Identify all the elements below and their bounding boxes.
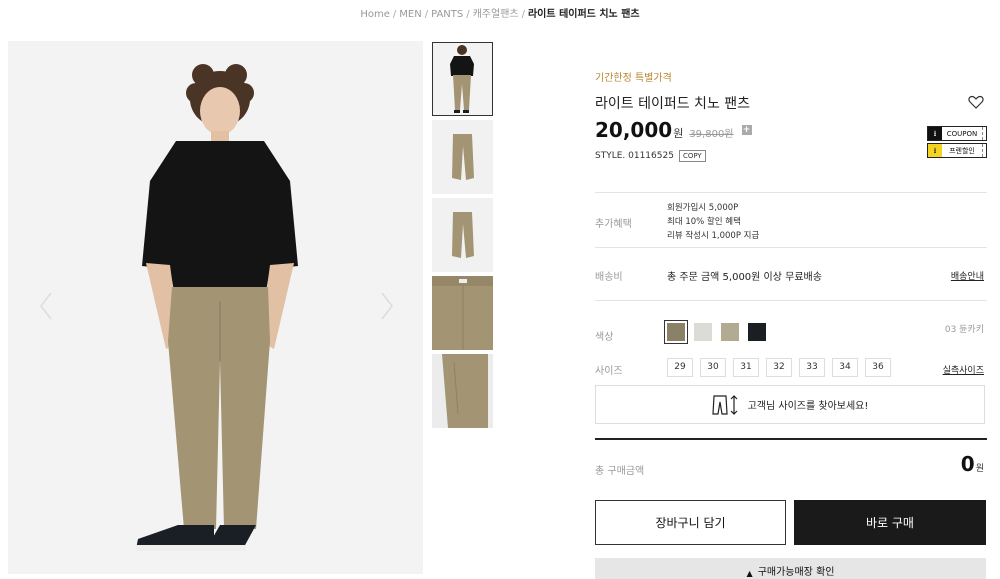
total-label: 총 구매금액	[595, 466, 645, 477]
thumbnail-pants-back[interactable]	[432, 198, 493, 272]
friend-discount-button[interactable]: ⭳ 프렌할인	[927, 143, 987, 158]
size-option[interactable]: 33	[799, 358, 825, 377]
selected-color-name: 03 듄카키	[944, 325, 984, 335]
product-title: 라이트 테이퍼드 치노 팬츠	[595, 96, 751, 112]
size-option[interactable]: 31	[733, 358, 759, 377]
shipping-text: 총 주문 금액 5,000원 이상 무료배송	[667, 272, 822, 283]
color-swatch-beige[interactable]	[721, 323, 739, 341]
breadcrumb-casual-pants[interactable]: 캐주얼팬츠	[473, 9, 519, 20]
color-swatches	[664, 320, 775, 344]
coupon-button[interactable]: ⭳ COUPON	[927, 126, 987, 141]
breadcrumb-men[interactable]: MEN	[399, 9, 421, 20]
benefit-item: 회원가입시 5,000P	[667, 203, 739, 213]
total-amount: 0 원	[961, 452, 984, 476]
divider	[595, 192, 987, 193]
divider	[595, 438, 987, 440]
original-price: 39,800원	[689, 129, 734, 140]
sale-price: 20,000	[595, 118, 673, 142]
size-finder-button[interactable]: 고객님 사이즈를 찾아보세요!	[595, 385, 985, 424]
benefit-item: 리뷰 작성시 1,000P 지급	[667, 231, 760, 241]
shipping-label: 배송비	[595, 272, 623, 283]
thumbnail-detail-pocket[interactable]	[432, 354, 493, 428]
copy-button[interactable]: COPY	[678, 150, 706, 162]
divider	[595, 247, 987, 248]
breadcrumb-separator: /	[392, 9, 397, 20]
size-finder-label: 고객님 사이즈를 찾아보세요!	[747, 401, 869, 412]
store-availability-button[interactable]: ▲ 구매가능매장 확인	[595, 558, 986, 579]
breadcrumb-pants[interactable]: PANTS	[431, 9, 463, 20]
main-product-image[interactable]	[8, 41, 423, 574]
promo-label: 기간한정 특별가격	[595, 73, 672, 84]
prev-image-icon[interactable]	[38, 291, 54, 321]
size-option[interactable]: 34	[832, 358, 858, 377]
breadcrumb-separator: /	[466, 9, 470, 20]
buy-now-button[interactable]: 바로 구매	[794, 500, 986, 545]
thumbnail-model[interactable]	[432, 42, 493, 116]
style-number: STYLE. 01116525	[595, 151, 674, 161]
color-swatch-light-gray[interactable]	[694, 323, 712, 341]
product-info: 기간한정 특별가격 라이트 테이퍼드 치노 팬츠 20,000 원 39,800…	[595, 0, 987, 579]
store-availability-label: 구매가능매장 확인	[757, 567, 835, 578]
benefits-list: 회원가입시 5,000P 최대 10% 할인 혜택 리뷰 작성시 1,000P …	[667, 201, 759, 243]
size-chart-link[interactable]: 실측사이즈	[943, 363, 984, 376]
style-row: STYLE. 01116525 COPY	[595, 150, 706, 162]
color-swatch-dune-khaki[interactable]	[664, 320, 688, 344]
thumbnail-detail-waist[interactable]	[432, 276, 493, 350]
price-unit: 원	[673, 127, 684, 140]
total-value: 0	[960, 452, 975, 476]
size-label: 사이즈	[595, 366, 623, 377]
color-swatch-black[interactable]	[748, 323, 766, 341]
size-option[interactable]: 32	[766, 358, 792, 377]
thumbnail-list	[432, 42, 493, 432]
coupon-list: ⭳ COUPON ⭳ 프렌할인	[927, 126, 987, 160]
heart-icon[interactable]	[968, 94, 984, 110]
model-illustration	[8, 41, 423, 574]
shipping-info-link[interactable]: 배송안내	[951, 269, 984, 282]
size-option[interactable]: 30	[700, 358, 726, 377]
breadcrumb-separator: /	[424, 9, 429, 20]
color-label: 색상	[595, 332, 614, 343]
add-to-cart-button[interactable]: 장바구니 담기	[595, 500, 786, 545]
size-option[interactable]: 36	[865, 358, 891, 377]
location-pin-icon: ▲	[746, 569, 753, 578]
friend-discount-label: 프렌할인	[949, 146, 975, 155]
size-options: 29 30 31 32 33 34 36	[667, 358, 898, 377]
breadcrumb-home[interactable]: Home	[360, 9, 390, 20]
divider	[595, 300, 987, 301]
download-icon: ⭳	[928, 127, 942, 140]
pants-ruler-icon	[711, 394, 738, 415]
coupon-label: COUPON	[946, 129, 978, 138]
next-image-icon[interactable]	[379, 291, 395, 321]
price-row: 20,000 원 39,800원 +	[595, 118, 752, 142]
benefits-label: 추가혜택	[595, 219, 632, 230]
total-unit: 원	[975, 464, 984, 474]
thumbnail-pants-front[interactable]	[432, 120, 493, 194]
breadcrumb-separator: /	[521, 9, 525, 20]
download-icon: ⭳	[928, 144, 942, 157]
benefit-item: 최대 10% 할인 혜택	[667, 217, 741, 227]
size-option[interactable]: 29	[667, 358, 693, 377]
plus-icon[interactable]: +	[741, 125, 752, 135]
